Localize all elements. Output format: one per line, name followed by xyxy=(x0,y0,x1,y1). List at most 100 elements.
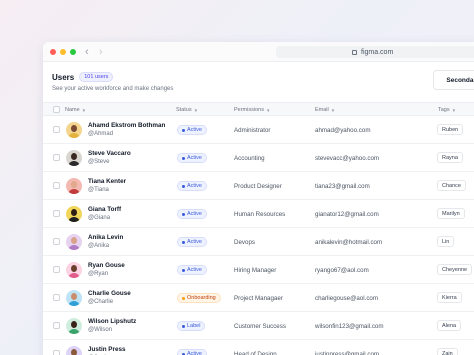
table-row[interactable]: Steve Vaccaro @Steve Active Accounting steve… xyxy=(43,144,474,172)
avatar xyxy=(66,178,82,194)
user-handle: @Ahmad xyxy=(88,131,114,137)
back-arrow-icon[interactable]: ‹ xyxy=(85,45,89,59)
tag-chip[interactable]: Lin xyxy=(437,236,455,247)
address-bar[interactable]: figma.com xyxy=(276,46,474,58)
permission-text: Administrator xyxy=(234,127,271,134)
row-checkbox[interactable] xyxy=(53,238,60,245)
row-checkbox[interactable] xyxy=(53,350,60,355)
page-header: Users 101 users See your active workforc… xyxy=(52,72,173,92)
email-text: gianator12@gmail.com xyxy=(315,211,379,218)
user-name: Tiana Kenter xyxy=(88,178,127,185)
row-checkbox[interactable] xyxy=(53,126,60,133)
row-checkbox[interactable] xyxy=(53,266,60,273)
column-header-name[interactable]: Name ▼ xyxy=(65,107,86,113)
email-text: tiana23@gmail.com xyxy=(315,183,370,190)
user-name: Giana Torff xyxy=(88,206,122,213)
user-count-badge: 101 users xyxy=(79,72,114,82)
column-header-tags[interactable]: Tags ▼ xyxy=(438,107,456,113)
tag-chip[interactable]: Chance xyxy=(437,180,466,191)
tag-chip[interactable]: Cheyenne xyxy=(437,264,473,275)
permission-text: Human Resources xyxy=(234,211,286,218)
tag-chip[interactable]: Rayna xyxy=(437,152,463,163)
column-header-permissions[interactable]: Permissions ▼ xyxy=(234,107,270,113)
avatar xyxy=(66,262,82,278)
tag-chip[interactable]: Alena xyxy=(437,320,462,331)
table-row[interactable]: Ryan Gouse @Ryan Active Hiring Manager ryang… xyxy=(43,256,474,284)
table-row[interactable]: Anika Levin @Anika Active Devops anikalevin@… xyxy=(43,228,474,256)
row-checkbox[interactable] xyxy=(53,322,60,329)
email-text: charliegouse@aol.com xyxy=(315,295,379,302)
user-handle: @Tiana xyxy=(88,187,109,193)
column-header-status[interactable]: Status ▼ xyxy=(176,107,198,113)
tag-chip[interactable]: Zain xyxy=(437,348,458,355)
user-name: Charlie Gouse xyxy=(88,290,131,297)
permission-text: Project Managaer xyxy=(234,295,283,302)
user-name: Ryan Gouse xyxy=(88,262,125,269)
email-text: stevevacc@yahoo.com xyxy=(315,155,380,162)
status-dot-icon xyxy=(182,128,185,132)
status-dot-icon xyxy=(182,240,185,244)
minimize-window-button[interactable] xyxy=(60,49,66,55)
avatar xyxy=(66,234,82,250)
status-dot-icon xyxy=(182,324,185,328)
table-row[interactable]: Ahamd Ekstrom Bothman @Ahmad Active Adminis… xyxy=(43,116,474,144)
permission-text: Head of Design xyxy=(234,351,277,355)
status-badge: Onboarding xyxy=(177,293,221,303)
permission-text: Devops xyxy=(234,239,255,246)
status-badge: Active xyxy=(177,153,207,163)
user-name: Anika Levin xyxy=(88,234,124,241)
permission-text: Product Designer xyxy=(234,183,282,190)
row-checkbox[interactable] xyxy=(53,182,60,189)
table-header: Name ▼ Status ▼ Permissions ▼ Email ▼ Tags ▼ xyxy=(43,102,474,116)
status-badge: Label xyxy=(177,321,206,331)
table-row[interactable]: Charlie Gouse @Charlie Onboarding Project M… xyxy=(43,284,474,312)
select-all-checkbox[interactable] xyxy=(53,106,60,113)
permission-text: Hiring Manager xyxy=(234,267,277,274)
user-name: Steve Vaccaro xyxy=(88,150,131,157)
row-checkbox[interactable] xyxy=(53,210,60,217)
browser-toolbar: ‹ › figma.com xyxy=(43,42,474,62)
row-checkbox[interactable] xyxy=(53,154,60,161)
table-row[interactable]: Justin Press@JustinActiveHead of Designj… xyxy=(43,340,474,355)
tag-chip[interactable]: Marilyn xyxy=(437,208,465,219)
email-text: ryango67@aol.com xyxy=(315,267,369,274)
sort-arrow-icon: ▼ xyxy=(81,107,87,113)
user-name: Wilson Lipshutz xyxy=(88,318,137,325)
secondary-button[interactable]: Secondary xyxy=(433,70,474,90)
tag-chip[interactable]: Ruben xyxy=(437,124,464,135)
user-name: Ahamd Ekstrom Bothman xyxy=(88,122,166,129)
status-badge: Active xyxy=(177,125,207,135)
user-handle: @Anika xyxy=(88,243,110,249)
permission-text: Customer Success xyxy=(234,323,286,330)
avatar xyxy=(66,122,82,138)
user-handle: @Wilson xyxy=(88,327,113,333)
status-dot-icon xyxy=(182,184,185,188)
forward-arrow-icon[interactable]: › xyxy=(99,45,103,59)
status-badge: Active xyxy=(177,265,207,275)
avatar xyxy=(66,206,82,222)
browser-window: ‹ › figma.com Users 101 users See your a… xyxy=(43,42,474,355)
lock-icon xyxy=(352,49,357,55)
status-badge: Active xyxy=(177,237,207,247)
table-row[interactable]: Giana Torff @Giana Active Human Resources gi… xyxy=(43,200,474,228)
email-text: justinpress@gmail.com xyxy=(315,351,380,355)
sort-arrow-icon: ▼ xyxy=(330,107,336,113)
url-text: figma.com xyxy=(361,48,394,56)
status-dot-icon xyxy=(182,156,185,160)
user-handle: @Charlie xyxy=(88,299,114,305)
avatar xyxy=(66,150,82,166)
column-header-email[interactable]: Email ▼ xyxy=(315,107,335,113)
maximize-window-button[interactable] xyxy=(70,49,76,55)
email-text: anikalevin@hotmail.com xyxy=(315,239,383,246)
user-name: Justin Press xyxy=(88,346,126,353)
table-row[interactable]: Tiana Kenter @Tiana Active Product Designer… xyxy=(43,172,474,200)
email-text: wilsonfin123@gmail.com xyxy=(315,323,384,330)
users-table-body: Ahamd Ekstrom Bothman @Ahmad Active Adminis… xyxy=(43,116,474,355)
table-row[interactable]: Wilson Lipshutz @Wilson Label Customer Succ… xyxy=(43,312,474,340)
tag-chip[interactable]: Kierra xyxy=(437,292,462,303)
avatar xyxy=(66,318,82,334)
close-window-button[interactable] xyxy=(50,49,56,55)
row-checkbox[interactable] xyxy=(53,294,60,301)
user-handle: @Giana xyxy=(88,215,111,221)
sort-arrow-icon: ▼ xyxy=(451,107,457,113)
